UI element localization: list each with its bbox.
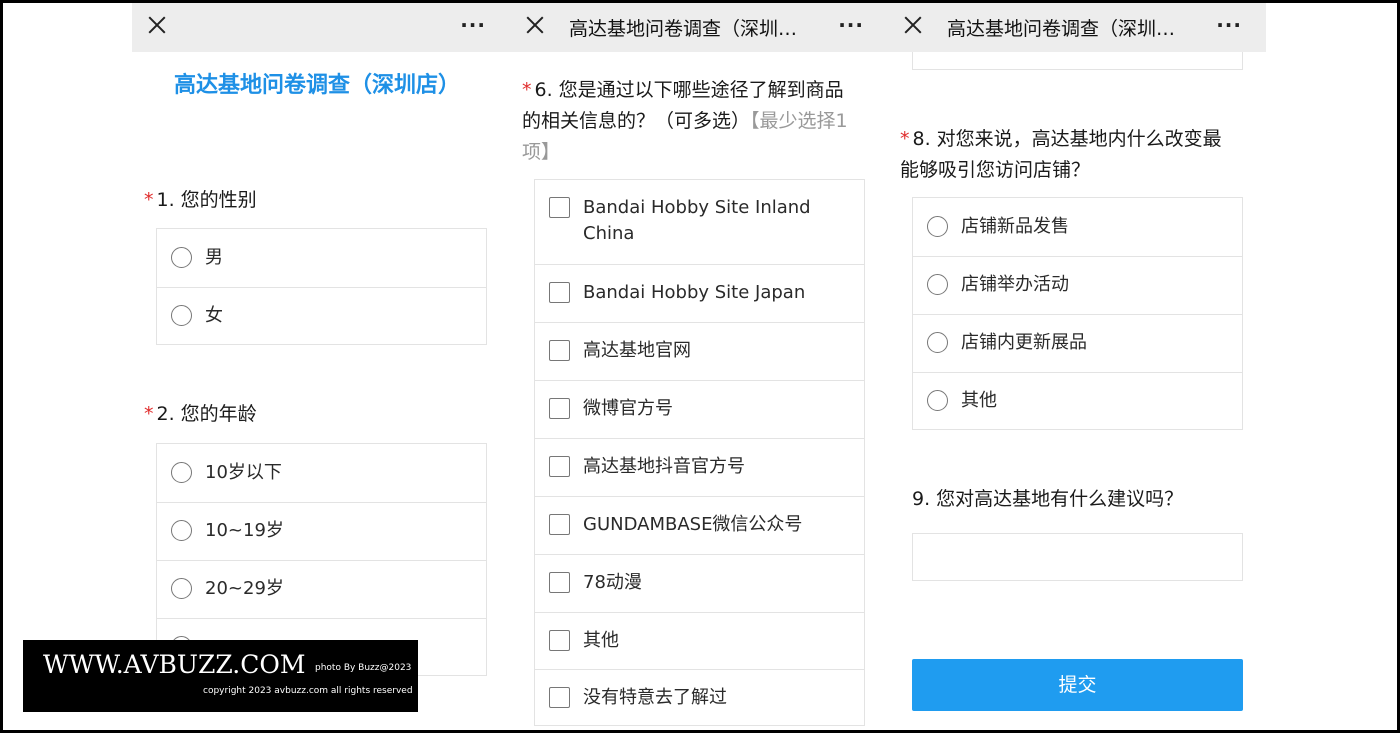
checkbox-option[interactable]: 其他 bbox=[535, 612, 864, 669]
required-mark: * bbox=[144, 403, 154, 425]
survey-title: 高达基地问卷调查（深圳店） bbox=[173, 73, 460, 98]
question-9-label: 9. 您对高达基地有什么建议吗？ bbox=[912, 488, 1184, 510]
radio-icon[interactable] bbox=[927, 390, 948, 411]
option-label: 高达基地抖音官方号 bbox=[583, 456, 745, 477]
radio-icon[interactable] bbox=[171, 305, 192, 326]
checkbox-option[interactable]: 高达基地抖音官方号 bbox=[535, 438, 864, 496]
required-mark: * bbox=[900, 128, 910, 150]
radio-option[interactable]: 男 bbox=[157, 229, 486, 287]
radio-option[interactable]: 店铺新品发售 bbox=[913, 198, 1242, 256]
option-label: 78动漫 bbox=[583, 572, 642, 593]
option-label: 店铺新品发售 bbox=[961, 216, 1069, 237]
radio-icon[interactable] bbox=[171, 247, 192, 268]
checkbox-icon[interactable] bbox=[549, 398, 570, 419]
more-options-icon[interactable]: ··· bbox=[1216, 13, 1242, 37]
more-options-icon[interactable]: ··· bbox=[838, 13, 864, 37]
checkbox-icon[interactable] bbox=[549, 572, 570, 593]
question-6-label: * 6. 您是通过以下哪些途径了解到商品的相关信息的？（可多选）【最少选择1项】 bbox=[522, 75, 862, 168]
option-label: 男 bbox=[205, 247, 223, 268]
watermark-photo-credit: photo By Buzz@2023 bbox=[315, 663, 412, 673]
checkbox-option[interactable]: 没有特意去了解过 bbox=[535, 669, 864, 726]
option-label: 女 bbox=[205, 305, 223, 326]
watermark-site: WWW.AVBUZZ.COM bbox=[43, 650, 306, 679]
option-label: 其他 bbox=[961, 390, 997, 411]
question-text: 1. 您的性别 bbox=[156, 189, 257, 211]
question-1-label: * 1. 您的性别 bbox=[144, 185, 484, 216]
question-8-label: * 8. 对您来说，高达基地内什么改变最能够吸引您访问店铺？ bbox=[900, 124, 1240, 186]
top-bar: 高达基地问卷调查（深圳… bbox=[510, 3, 888, 52]
option-label: 没有特意去了解过 bbox=[583, 687, 727, 708]
radio-option[interactable]: 女 bbox=[157, 287, 486, 344]
checkbox-icon[interactable] bbox=[549, 340, 570, 361]
question-2-label: * 2. 您的年龄 bbox=[144, 399, 484, 430]
checkbox-option[interactable]: Bandai Hobby Site Inland China bbox=[535, 180, 864, 264]
radio-option[interactable]: 20~29岁 bbox=[157, 560, 486, 618]
checkbox-icon[interactable] bbox=[549, 282, 570, 303]
radio-icon[interactable] bbox=[927, 332, 948, 353]
question-text: 2. 您的年龄 bbox=[156, 403, 257, 425]
question-text: 8. 对您来说，高达基地内什么改变最能够吸引您访问店铺？ bbox=[900, 128, 1222, 181]
radio-option[interactable]: 店铺举办活动 bbox=[913, 256, 1242, 314]
question-1-options: 男 女 bbox=[156, 228, 487, 345]
radio-icon[interactable] bbox=[927, 216, 948, 237]
radio-option[interactable]: 10岁以下 bbox=[157, 444, 486, 502]
option-label: 其他 bbox=[583, 630, 619, 651]
option-label: 微博官方号 bbox=[583, 398, 673, 419]
more-options-icon[interactable]: ··· bbox=[460, 13, 486, 37]
radio-icon[interactable] bbox=[171, 578, 192, 599]
submit-button[interactable]: 提交 bbox=[912, 659, 1243, 711]
checkbox-icon[interactable] bbox=[549, 687, 570, 708]
checkbox-option[interactable]: 微博官方号 bbox=[535, 380, 864, 438]
top-bar bbox=[132, 3, 510, 52]
top-bar: 高达基地问卷调查（深圳… bbox=[888, 3, 1266, 52]
required-mark: * bbox=[144, 189, 154, 211]
checkbox-icon[interactable] bbox=[549, 630, 570, 651]
checkbox-icon[interactable] bbox=[549, 197, 570, 218]
option-label: 店铺内更新展品 bbox=[961, 332, 1087, 353]
close-icon[interactable] bbox=[523, 13, 547, 37]
option-label: 20~29岁 bbox=[205, 578, 284, 599]
option-label: 店铺举办活动 bbox=[961, 274, 1069, 295]
option-label: 10岁以下 bbox=[205, 462, 282, 483]
survey-panel-1: ··· 高达基地问卷调查（深圳店） * 1. 您的性别 男 女 * 2. 您的年龄 … bbox=[132, 3, 510, 730]
screenshot-frame: ··· 高达基地问卷调查（深圳店） * 1. 您的性别 男 女 * 2. 您的年龄 … bbox=[3, 3, 1397, 730]
option-label: Bandai Hobby Site Inland China bbox=[583, 197, 811, 244]
checkbox-icon[interactable] bbox=[549, 514, 570, 535]
option-label: 10~19岁 bbox=[205, 520, 284, 541]
radio-option[interactable]: 店铺内更新展品 bbox=[913, 314, 1242, 372]
watermark-copyright: copyright 2023 avbuzz.com all rights res… bbox=[203, 686, 413, 696]
option-label: Bandai Hobby Site Japan bbox=[583, 282, 806, 303]
top-bar-title: 高达基地问卷调查（深圳… bbox=[569, 18, 798, 40]
survey-panel-2: 高达基地问卷调查（深圳… ··· * 6. 您是通过以下哪些途径了解到商品的相关信… bbox=[510, 3, 888, 730]
checkbox-option[interactable]: 78动漫 bbox=[535, 554, 864, 612]
radio-icon[interactable] bbox=[171, 462, 192, 483]
checkbox-icon[interactable] bbox=[549, 456, 570, 477]
radio-option[interactable]: 10~19岁 bbox=[157, 502, 486, 560]
question-8-options: 店铺新品发售 店铺举办活动 店铺内更新展品 其他 bbox=[912, 197, 1243, 430]
option-label: GUNDAMBASE微信公众号 bbox=[583, 514, 803, 535]
checkbox-option[interactable]: 高达基地官网 bbox=[535, 322, 864, 380]
close-icon[interactable] bbox=[145, 13, 169, 37]
suggestion-input[interactable] bbox=[912, 533, 1243, 581]
checkbox-option[interactable]: GUNDAMBASE微信公众号 bbox=[535, 496, 864, 554]
required-mark: * bbox=[522, 79, 532, 101]
radio-icon[interactable] bbox=[927, 274, 948, 295]
checkbox-option[interactable]: Bandai Hobby Site Japan bbox=[535, 264, 864, 322]
top-bar-title: 高达基地问卷调查（深圳… bbox=[947, 18, 1176, 40]
survey-panel-3: 高达基地问卷调查（深圳… ··· * 8. 对您来说，高达基地内什么改变最能够吸引… bbox=[888, 3, 1266, 730]
option-label: 高达基地官网 bbox=[583, 340, 691, 361]
radio-icon[interactable] bbox=[171, 520, 192, 541]
watermark: WWW.AVBUZZ.COM photo By Buzz@2023 copyri… bbox=[23, 640, 418, 712]
question-6-options: Bandai Hobby Site Inland China Bandai Ho… bbox=[534, 179, 865, 726]
radio-option[interactable]: 其他 bbox=[913, 372, 1242, 429]
close-icon[interactable] bbox=[901, 13, 925, 37]
